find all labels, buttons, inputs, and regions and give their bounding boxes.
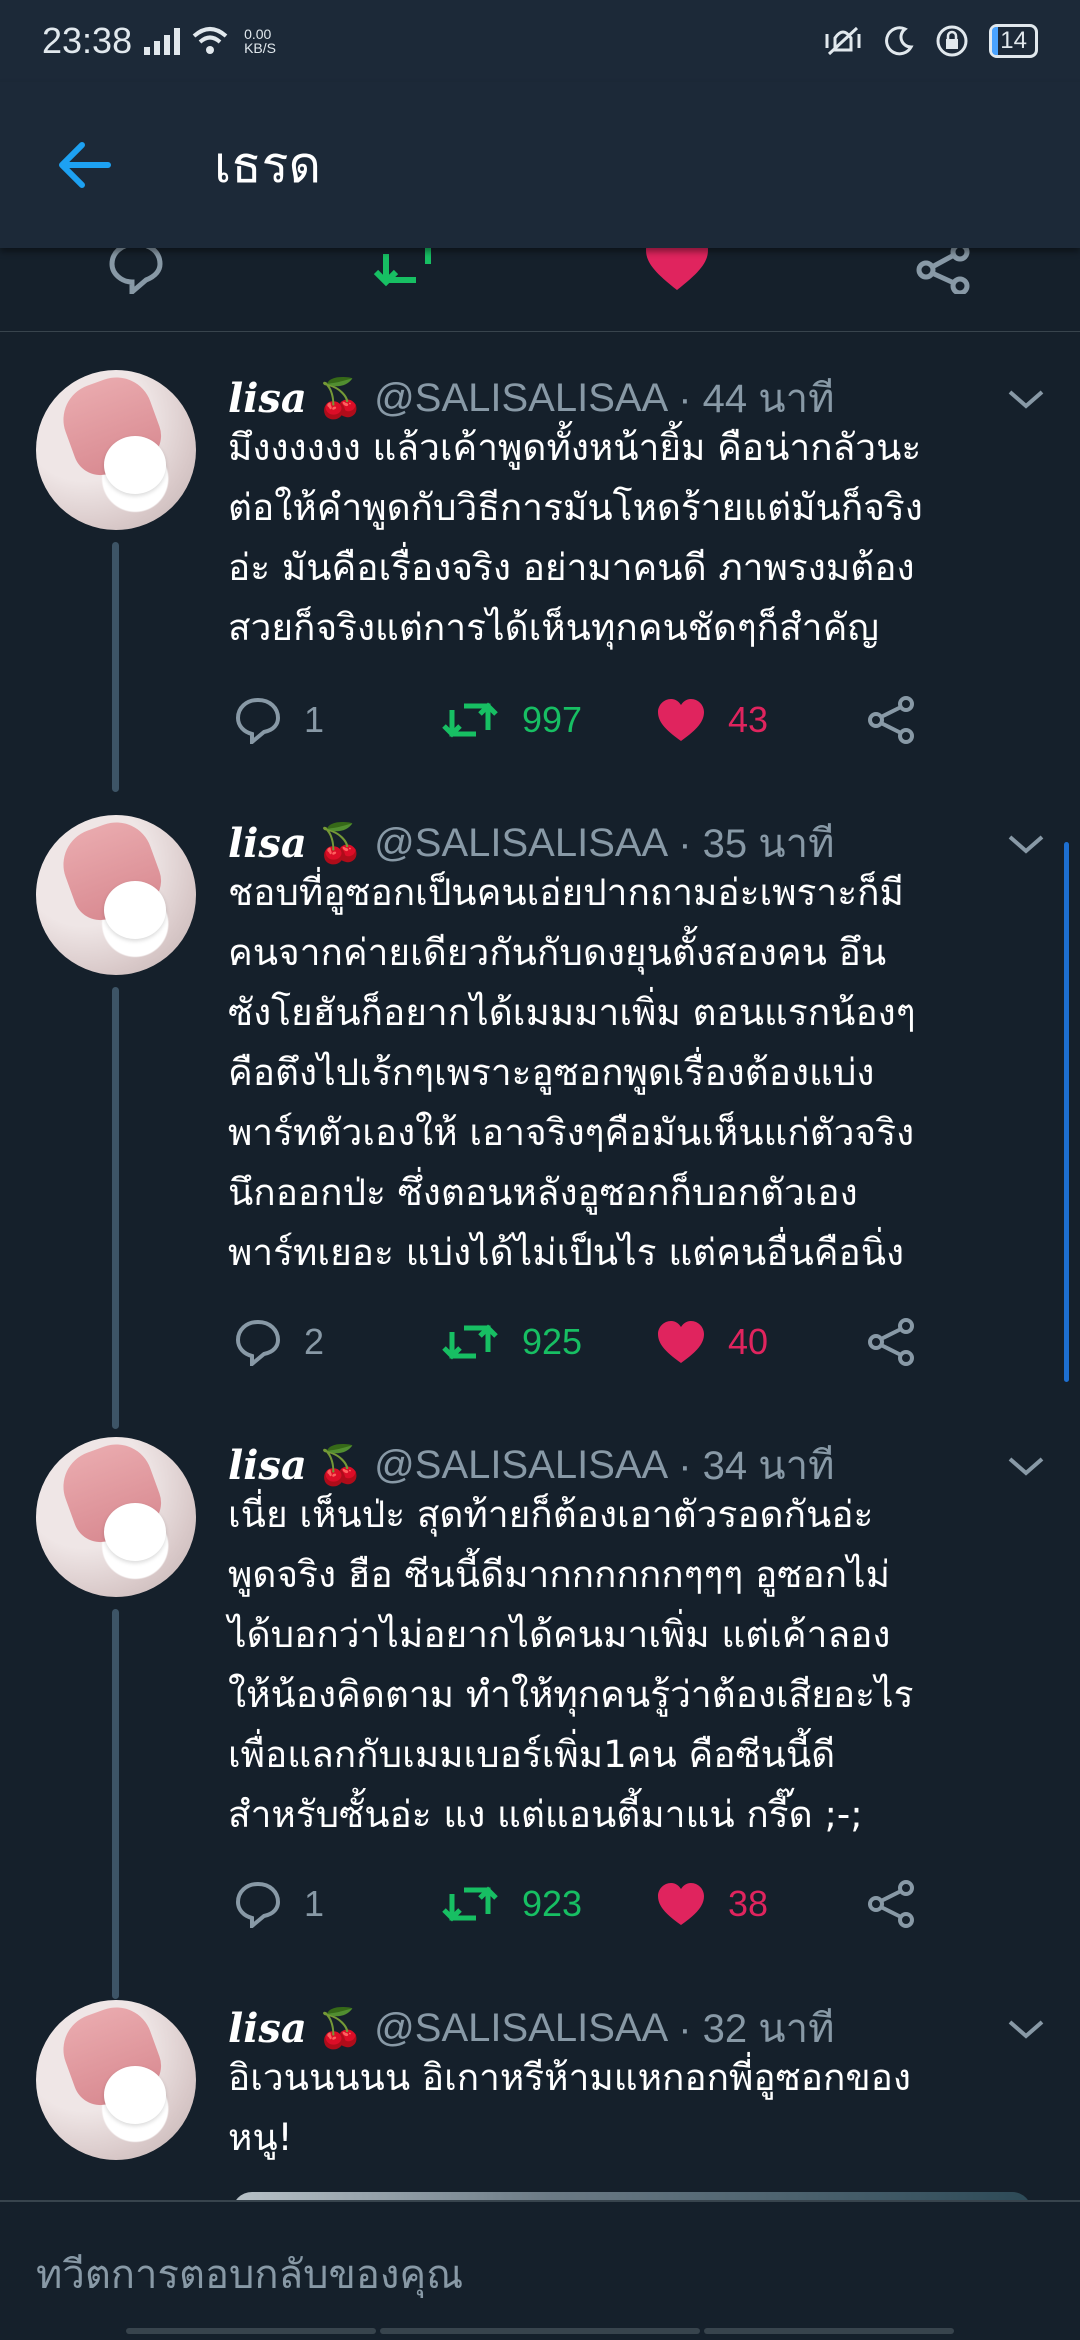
like-count: 40 <box>728 1321 769 1362</box>
share-button[interactable] <box>866 1874 916 1934</box>
status-time: 23:38 <box>42 20 133 61</box>
retweet-icon <box>442 702 498 738</box>
tweet-1[interactable]: lisa 🍒 @SALISALISAA · 44 นาที มึงงงงงง แ… <box>0 370 1080 792</box>
reply-icon <box>235 1319 281 1366</box>
avatar[interactable] <box>36 370 196 530</box>
chevron-down-icon[interactable] <box>1006 2014 1046 2044</box>
tweet-3[interactable]: lisa 🍒 @SALISALISAA · 34 นาที เนี่ย เห็น… <box>0 1437 1080 1999</box>
reply-button[interactable]: 2 <box>234 1312 324 1372</box>
reply-compose-bar <box>0 2200 1080 2340</box>
chevron-down-icon[interactable] <box>1006 1451 1046 1481</box>
tweet-actions: 2 925 40 <box>228 1312 968 1372</box>
like-count: 38 <box>728 1883 769 1924</box>
display-name: lisa <box>228 2004 307 2052</box>
retweet-button[interactable]: 925 <box>440 1312 582 1372</box>
reply-icon <box>235 697 281 744</box>
tweet-text: ชอบที่อูซอกเป็นคนเอ่ยปากถามอ่ะเพราะก็มี … <box>228 871 916 1274</box>
vibrate-icon <box>825 26 861 56</box>
reply-icon[interactable] <box>106 248 166 294</box>
cherry-emoji: 🍒 <box>316 820 365 865</box>
scrollbar[interactable] <box>1064 842 1069 1382</box>
moon-icon <box>885 26 914 56</box>
tweet-4[interactable]: lisa 🍒 @SALISALISAA · 32 นาที อิเวนนนนน … <box>0 2000 1080 2200</box>
avatar[interactable] <box>36 1437 196 1597</box>
retweet-count: 997 <box>522 699 583 740</box>
heart-icon[interactable] <box>644 248 710 294</box>
share-button[interactable] <box>866 1312 916 1372</box>
chevron-down-icon[interactable] <box>1006 829 1046 859</box>
reply-count: 2 <box>304 1321 325 1362</box>
wifi-icon <box>192 27 228 54</box>
retweet-count: 925 <box>522 1321 583 1362</box>
user-handle: @SALISALISAA <box>374 1442 669 1487</box>
user-handle: @SALISALISAA <box>374 2005 669 2050</box>
battery-indicator: 14 <box>989 24 1038 58</box>
like-count: 43 <box>728 699 769 740</box>
net-speed: 0.00 KB/S <box>244 27 276 55</box>
share-icon <box>868 696 914 744</box>
retweet-icon[interactable] <box>372 248 442 294</box>
display-name: lisa <box>228 1441 307 1489</box>
share-icon[interactable] <box>914 248 974 294</box>
previous-tweet-actions <box>0 248 1080 332</box>
like-button[interactable]: 38 <box>656 1874 768 1934</box>
cherry-emoji: 🍒 <box>316 375 365 420</box>
net-speed-unit: KB/S <box>244 40 276 56</box>
thread-line <box>112 987 119 1429</box>
user-handle: @SALISALISAA <box>374 375 669 420</box>
tweet-actions: 1 997 43 <box>228 690 968 750</box>
page-title: เธรด <box>214 135 321 194</box>
arrow-left-icon <box>59 142 111 188</box>
back-button[interactable] <box>34 115 134 215</box>
retweet-button[interactable]: 997 <box>440 690 582 750</box>
tweet-text: มึงงงงงง แล้วเค้าพูดทั้งหน้ายิ้ม คือน่าก… <box>228 426 923 649</box>
reply-input[interactable] <box>36 2252 1036 2298</box>
user-handle: @SALISALISAA <box>374 820 669 865</box>
reply-count: 1 <box>304 699 325 740</box>
rotation-lock-icon <box>936 25 968 57</box>
retweet-icon <box>442 1886 498 1922</box>
reply-icon <box>235 1881 281 1928</box>
heart-icon <box>658 1883 704 1925</box>
thread-line <box>112 1609 119 1999</box>
status-bar: 23:38 0.00 KB/S 14 <box>0 0 1080 82</box>
like-button[interactable]: 43 <box>656 690 768 750</box>
thread-line <box>112 542 119 792</box>
signal-icon <box>144 27 181 55</box>
cherry-emoji: 🍒 <box>316 2005 365 2050</box>
tweet-actions: 1 923 38 <box>228 1874 968 1934</box>
tweet-text: เนี่ย เห็นป่ะ สุดท้ายก็ต้องเอาตัวรอดกันอ… <box>228 1493 914 1836</box>
cherry-emoji: 🍒 <box>316 1442 365 1487</box>
heart-icon <box>658 699 704 741</box>
reply-button[interactable]: 1 <box>234 690 324 750</box>
avatar[interactable] <box>36 2000 196 2160</box>
navigation-hint <box>0 2328 1080 2340</box>
display-name: lisa <box>228 374 307 422</box>
app-bar: เธรด <box>0 82 1080 248</box>
chevron-down-icon[interactable] <box>1006 384 1046 414</box>
share-icon <box>868 1880 914 1928</box>
display-name: lisa <box>228 819 307 867</box>
retweet-count: 923 <box>522 1883 583 1924</box>
reply-button[interactable]: 1 <box>234 1874 324 1934</box>
reply-count: 1 <box>304 1883 325 1924</box>
avatar[interactable] <box>36 815 196 975</box>
retweet-button[interactable]: 923 <box>440 1874 582 1934</box>
share-icon <box>868 1318 914 1366</box>
share-button[interactable] <box>866 690 916 750</box>
tweet-2[interactable]: lisa 🍒 @SALISALISAA · 35 นาที ชอบที่อูซอ… <box>0 815 1080 1429</box>
tweet-text: อิเวนนนนน อิเกาหรีห้ามแหกอกพี่อูซอกของ ห… <box>228 2056 911 2159</box>
retweet-icon <box>442 1324 498 1360</box>
like-button[interactable]: 40 <box>656 1312 768 1372</box>
heart-icon <box>658 1321 704 1363</box>
